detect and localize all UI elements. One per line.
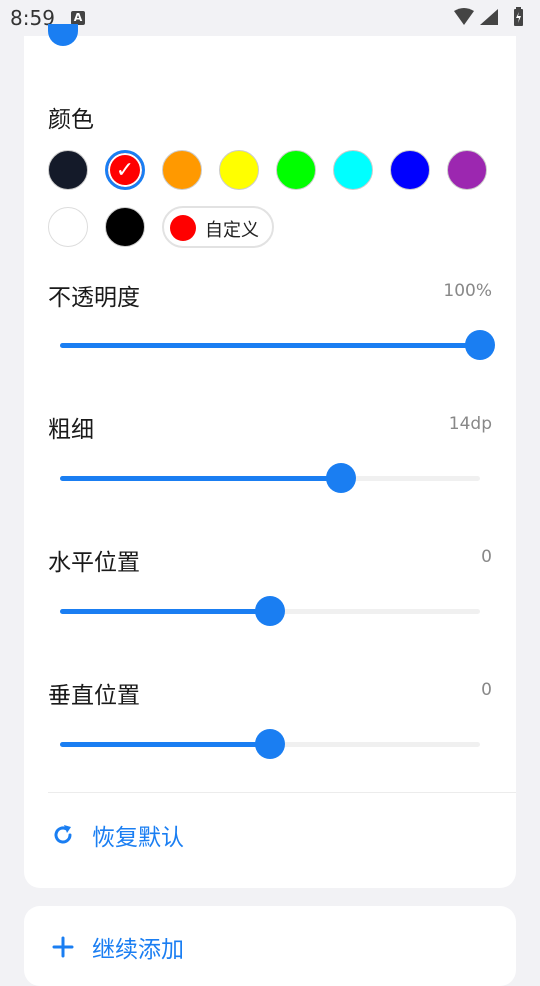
status-icons <box>454 7 523 26</box>
plus-icon <box>50 934 76 960</box>
checkmark-icon: ✓ <box>115 157 135 183</box>
opacity-slider[interactable] <box>60 330 495 360</box>
continue-add-button[interactable]: 继续添加 <box>50 930 184 964</box>
custom-color-preview <box>170 215 196 241</box>
notification-a-icon: A <box>71 11 85 25</box>
slider-thumb[interactable] <box>255 596 285 626</box>
color-swatch[interactable] <box>219 150 259 190</box>
wifi-icon <box>454 8 474 25</box>
horizontal-position-value: 0 <box>481 547 492 567</box>
previous-slider-thumb[interactable] <box>48 24 78 46</box>
thickness-value: 14dp <box>448 414 492 434</box>
signal-icon <box>480 9 498 25</box>
color-swatch[interactable] <box>48 207 88 247</box>
slider-fill <box>60 343 480 348</box>
settings-card: 颜色 ✓ 自定义 不透明度 100% 粗细 14dp 水平位置 0 垂直位置 0 <box>24 24 516 888</box>
vertical-position-value: 0 <box>481 680 492 700</box>
add-more-card: 继续添加 <box>24 906 516 986</box>
reset-default-label: 恢复默认 <box>92 825 184 851</box>
color-swatch[interactable] <box>447 150 487 190</box>
opacity-value: 100% <box>443 281 492 301</box>
color-swatch[interactable] <box>333 150 373 190</box>
custom-color-label: 自定义 <box>205 220 259 241</box>
slider-fill <box>60 476 342 481</box>
color-swatch[interactable] <box>105 207 145 247</box>
custom-color-button[interactable]: 自定义 <box>162 206 274 248</box>
color-swatch[interactable] <box>276 150 316 190</box>
color-section-title: 颜色 <box>48 107 94 133</box>
vertical-position-title: 垂直位置 <box>48 683 140 709</box>
thickness-title: 粗细 <box>48 417 94 443</box>
opacity-title: 不透明度 <box>48 285 140 311</box>
continue-add-label: 继续添加 <box>92 937 184 963</box>
slider-thumb[interactable] <box>465 330 495 360</box>
status-bar: 8:59 A <box>0 0 540 36</box>
color-swatch[interactable] <box>48 150 88 190</box>
horizontal-position-slider[interactable] <box>60 596 480 626</box>
battery-icon <box>514 7 523 26</box>
horizontal-position-title: 水平位置 <box>48 550 140 576</box>
vertical-position-slider[interactable] <box>60 729 480 759</box>
slider-thumb[interactable] <box>326 463 357 493</box>
divider <box>48 792 516 793</box>
thickness-slider[interactable] <box>60 463 480 493</box>
color-swatch[interactable] <box>162 150 202 190</box>
refresh-icon <box>50 822 76 848</box>
reset-default-button[interactable]: 恢复默认 <box>50 818 184 852</box>
slider-fill <box>60 742 270 747</box>
color-swatch[interactable]: ✓ <box>105 150 145 190</box>
slider-thumb[interactable] <box>255 729 285 759</box>
slider-fill <box>60 609 270 614</box>
color-swatch[interactable] <box>390 150 430 190</box>
